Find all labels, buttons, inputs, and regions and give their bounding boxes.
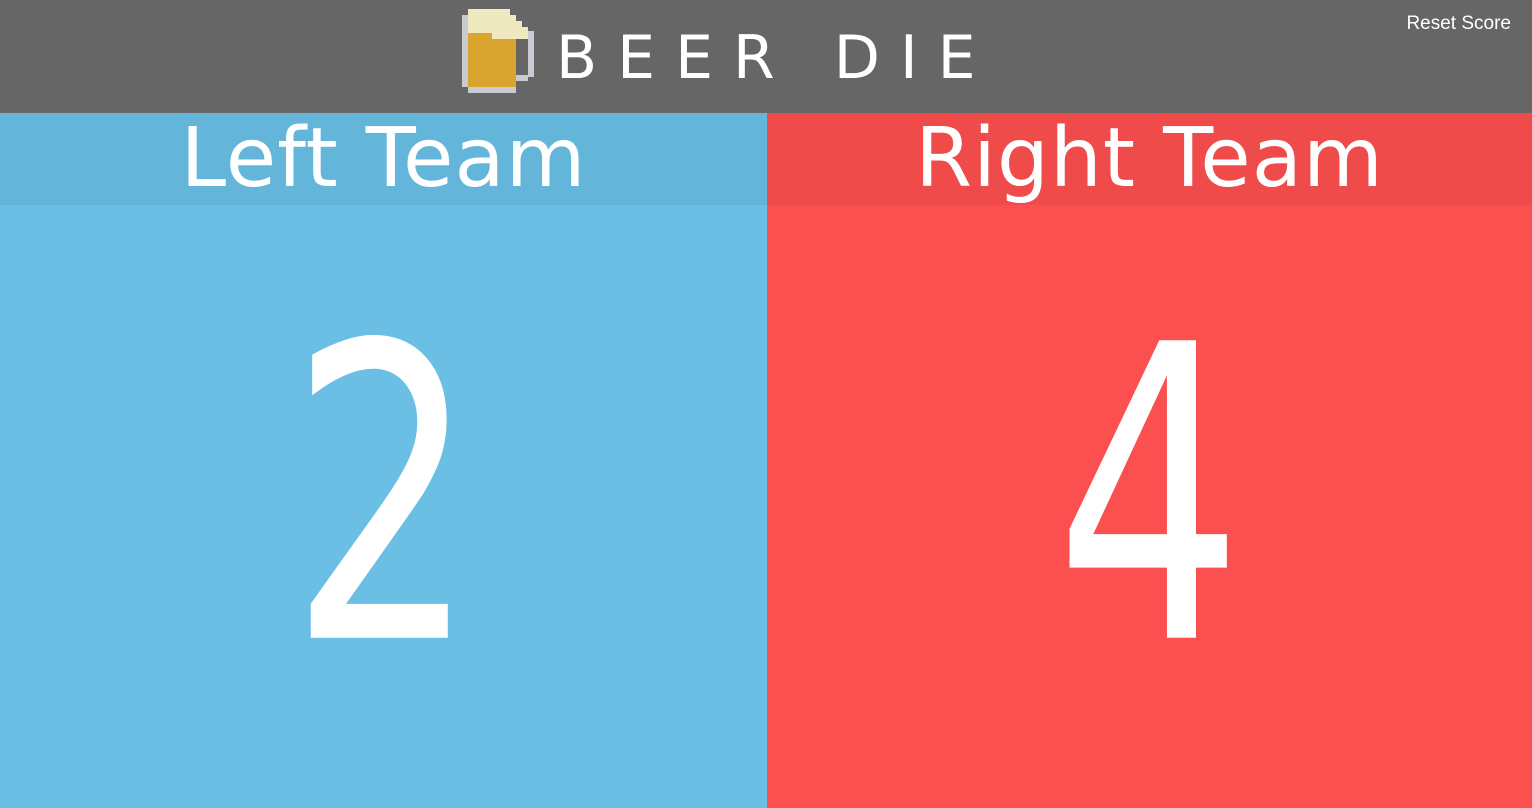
left-team-score[interactable]: 2 <box>0 293 767 701</box>
beer-mug-icon <box>462 9 534 93</box>
left-team-name: Left Team <box>180 113 587 206</box>
right-team-score[interactable]: 4 <box>767 293 1532 701</box>
app-title: BEER DIE <box>556 23 996 93</box>
right-team-header: Right Team <box>767 113 1532 205</box>
right-team-panel[interactable]: Right Team 4 <box>767 113 1532 808</box>
right-team-name: Right Team <box>915 113 1384 206</box>
reset-score-button[interactable]: Reset Score <box>1406 12 1511 36</box>
left-team-panel[interactable]: Left Team 2 <box>0 113 767 808</box>
right-team-score-value: 4 <box>1055 260 1244 735</box>
left-team-score-value: 2 <box>289 260 478 735</box>
app-header: BEER DIE Reset Score <box>0 0 1532 113</box>
left-team-header: Left Team <box>0 113 767 205</box>
